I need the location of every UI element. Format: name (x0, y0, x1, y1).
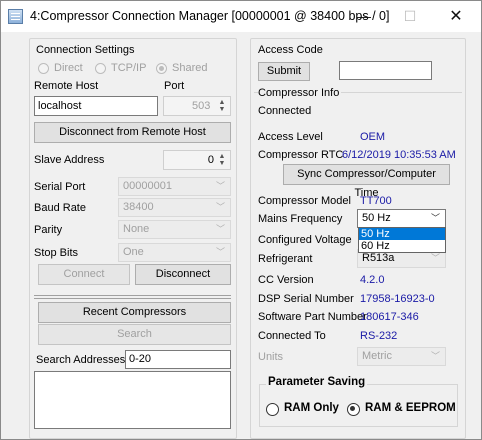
mains-frequency-label: Mains Frequency (258, 213, 343, 225)
remote-host-label: Remote Host (34, 80, 99, 92)
units-select[interactable]: Metric ﹀ (357, 347, 446, 366)
serial-port-select[interactable]: 00000001 ﹀ (118, 177, 231, 196)
window-title: 4:Compressor Connection Manager [0000000… (30, 9, 390, 23)
units-label: Units (258, 351, 284, 363)
search-addresses-label: Search Addresses (36, 354, 126, 366)
parity-label: Parity (34, 224, 63, 236)
chevron-down-icon: ﹀ (215, 247, 225, 257)
configured-voltage-label: Configured Voltage (258, 234, 352, 246)
access-code-title: Access Code (258, 44, 323, 56)
radio-ram-eeprom-label: RAM & EEPROM (365, 402, 456, 414)
radio-ram-eeprom[interactable] (347, 403, 360, 416)
chevron-down-icon: ﹀ (215, 224, 225, 234)
app-window-icon (8, 9, 23, 24)
radio-tcpip-label: TCP/IP (111, 62, 147, 74)
mains-frequency-value: 50 Hz (362, 212, 391, 224)
slave-address-value: 0 (207, 154, 214, 166)
stop-bits-value: One (123, 246, 144, 258)
radio-shared-label: Shared (172, 62, 208, 74)
baud-rate-value: 38400 (123, 201, 154, 213)
dsp-serial-value: 17958-16923-0 (360, 293, 435, 305)
access-level-value: OEM (360, 131, 386, 143)
app-window: 4:Compressor Connection Manager [0000000… (0, 0, 482, 440)
cc-version-value: 4.2.0 (360, 274, 385, 286)
access-code-input[interactable] (339, 61, 432, 80)
search-button[interactable]: Search (38, 324, 231, 345)
connection-status: Connected (258, 105, 312, 117)
serial-port-value: 00000001 (123, 180, 172, 192)
cc-version-label: CC Version (258, 274, 314, 286)
connected-to-value: RS-232 (360, 330, 398, 342)
serial-port-label: Serial Port (34, 181, 86, 193)
close-button[interactable]: ✕ (433, 1, 479, 32)
divider (34, 298, 231, 299)
rtc-value: 6/12/2019 10:35:53 AM (342, 149, 456, 161)
connection-settings-title: Connection Settings (36, 44, 135, 56)
software-part-label: Software Part Number (258, 311, 367, 323)
software-part-value: 180617-346 (360, 311, 419, 323)
disconnect-button[interactable]: Disconnect (135, 264, 231, 285)
units-value: Metric (362, 350, 392, 362)
stop-bits-select[interactable]: One ﹀ (118, 243, 231, 262)
disconnect-remote-button[interactable]: Disconnect from Remote Host (34, 122, 231, 143)
sync-time-button[interactable]: Sync Compressor/Computer Time (283, 164, 450, 199)
search-addresses-input[interactable]: 0-20 (125, 350, 231, 369)
dsp-serial-label: DSP Serial Number (258, 293, 354, 305)
maximize-button[interactable]: ☐ (387, 1, 433, 32)
stop-bits-label: Stop Bits (34, 247, 79, 259)
remote-host-input[interactable]: localhost (34, 96, 158, 116)
refrigerant-value: R513a (362, 252, 395, 264)
radio-tcpip[interactable] (95, 63, 106, 74)
minimize-button[interactable]: — (341, 1, 387, 32)
chevron-down-icon: ﹀ (215, 202, 225, 212)
port-label: Port (164, 80, 185, 92)
compressor-model-value: TT700 (360, 195, 392, 207)
radio-ram-only-label: RAM Only (284, 402, 339, 414)
divider (34, 295, 231, 296)
compressor-model-label: Compressor Model (258, 195, 351, 207)
baud-rate-label: Baud Rate (34, 202, 86, 214)
rtc-label: Compressor RTC (258, 149, 344, 161)
parity-select[interactable]: None ﹀ (118, 220, 231, 239)
slave-address-label: Slave Address (34, 154, 105, 166)
radio-direct-label: Direct (54, 62, 83, 74)
radio-shared[interactable] (156, 63, 167, 74)
parity-value: None (123, 223, 150, 235)
submit-button[interactable]: Submit (258, 62, 310, 81)
results-listbox[interactable] (34, 371, 231, 429)
title-bar: 4:Compressor Connection Manager [0000000… (1, 1, 481, 32)
mains-frequency-dropdown: 50 Hz 60 Hz (358, 227, 446, 253)
radio-ram-only[interactable] (266, 403, 279, 416)
recent-compressors-button[interactable]: Recent Compressors (38, 302, 231, 323)
connect-button[interactable]: Connect (38, 264, 130, 285)
radio-direct[interactable] (38, 63, 49, 74)
baud-rate-select[interactable]: 38400 ﹀ (118, 198, 231, 217)
dropdown-option-50hz[interactable]: 50 Hz (359, 228, 445, 240)
access-level-label: Access Level (258, 131, 323, 143)
mains-frequency-select[interactable]: 50 Hz ﹀ (357, 209, 446, 228)
connected-to-label: Connected To (258, 330, 326, 342)
chevron-down-icon: ﹀ (215, 181, 225, 191)
slave-spin-icon[interactable]: ▲ ▼ (216, 153, 228, 167)
chevron-down-icon: ﹀ (430, 351, 440, 361)
parameter-saving-title: Parameter Saving (266, 376, 368, 388)
port-spin-icon[interactable]: ▲ ▼ (216, 99, 228, 113)
refrigerant-label: Refrigerant (258, 253, 313, 265)
chevron-down-icon: ﹀ (430, 213, 440, 223)
dropdown-option-60hz[interactable]: 60 Hz (359, 240, 445, 252)
compressor-info-title: Compressor Info (258, 87, 342, 99)
